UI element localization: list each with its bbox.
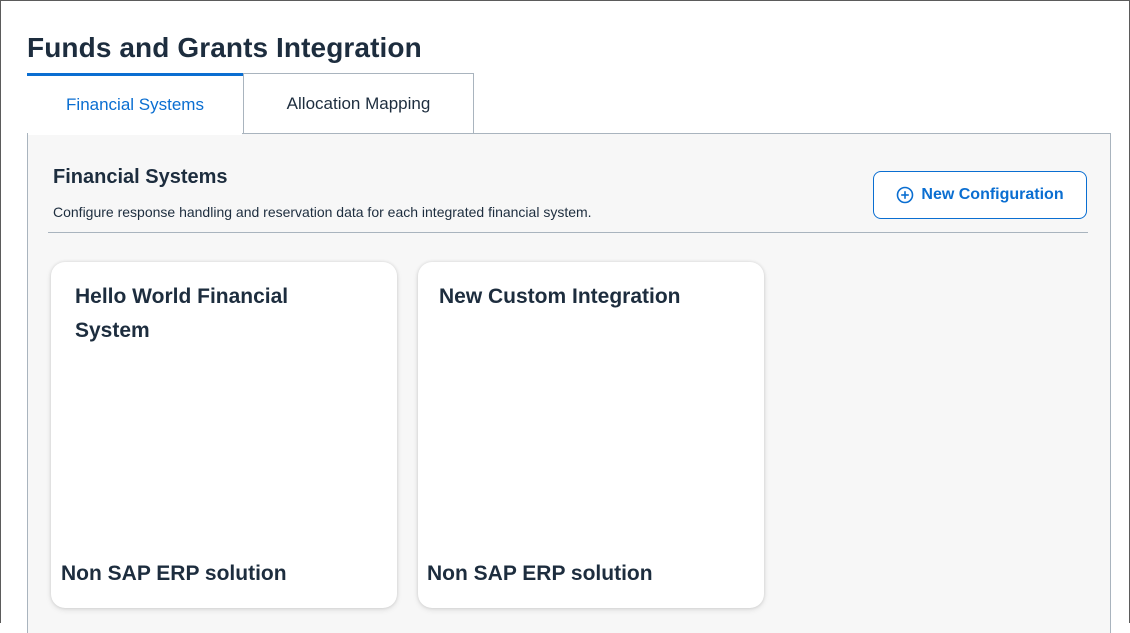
financial-systems-panel: Financial Systems Configure response han… [27,133,1111,633]
card-title: Hello World Financial System [75,285,289,342]
integration-card[interactable]: Hello World Financial System Non SAP ERP… [51,262,397,608]
card-title: New Custom Integration [439,285,681,308]
active-tab-connector [28,132,242,135]
section-description: Configure response handling and reservat… [53,204,592,220]
tab-allocation-mapping[interactable]: Allocation Mapping [243,73,474,133]
card-footer: Non SAP ERP solution [427,562,653,585]
new-configuration-label: New Configuration [921,186,1064,203]
card-footer: Non SAP ERP solution [61,562,287,585]
tab-label: Financial Systems [66,94,204,114]
page-title: Funds and Grants Integration [27,32,422,63]
tab-financial-systems[interactable]: Financial Systems [27,73,243,133]
tab-label: Allocation Mapping [286,93,431,113]
section-title: Financial Systems [53,166,228,188]
plus-circle-icon [896,186,914,204]
new-configuration-button[interactable]: New Configuration [873,171,1087,219]
section-divider [48,232,1088,233]
integration-card[interactable]: New Custom Integration Non SAP ERP solut… [418,262,764,608]
